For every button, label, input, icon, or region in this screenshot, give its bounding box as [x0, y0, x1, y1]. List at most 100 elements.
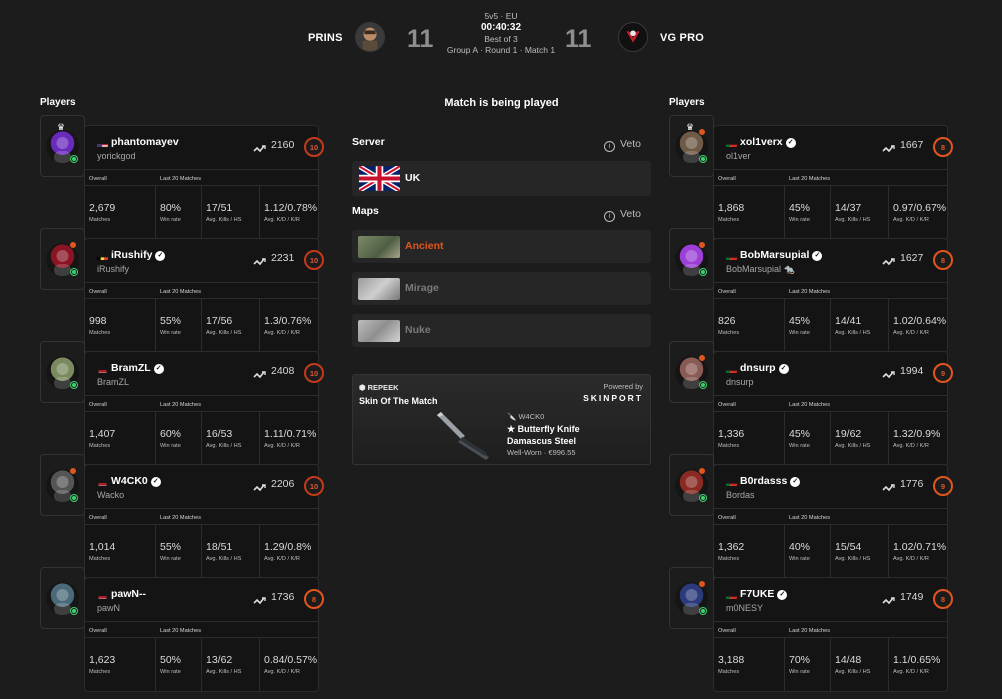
server-label: Server: [352, 136, 385, 148]
verified-icon: ✓: [785, 138, 796, 148]
mirage-map-thumbnail: [358, 278, 400, 300]
team-left-name[interactable]: PRINS: [308, 32, 343, 44]
skin-condition-price: Well-Worn · €996.55: [507, 448, 576, 457]
player-elo: 2408: [271, 365, 295, 377]
elo-trend-icon: [882, 367, 895, 379]
overall-label: Overall: [89, 289, 107, 295]
player-nickname[interactable]: BramZL ✓: [111, 362, 164, 374]
skill-level-badge: 9: [933, 476, 953, 496]
player-avatar[interactable]: [40, 228, 85, 290]
player-realname: iRushify: [97, 264, 130, 274]
player-avatar[interactable]: ♛: [40, 115, 85, 177]
player-realname: Bordas: [726, 490, 755, 500]
stat-header: Overall Last 20 Matches: [714, 172, 947, 186]
stat-header: Overall Last 20 Matches: [85, 511, 318, 525]
map-row-mirage[interactable]: Mirage: [352, 272, 651, 305]
skill-level-badge: 8: [933, 137, 953, 157]
stat-row: 2,679 Matches 80% Win rate 17/51 Avg. Kills /…: [85, 186, 318, 240]
server-card[interactable]: UK: [352, 161, 651, 196]
player-card[interactable]: B0rdasss ✓ Bordas 1776 9 Overall Last 20 Match…: [713, 464, 953, 579]
stat-winrate: 70% Win rate: [785, 638, 831, 692]
stat-winrate: 50% Win rate: [156, 638, 202, 692]
overall-label: Overall: [718, 515, 736, 521]
player-realname: pawN: [97, 603, 121, 613]
player-elo: 1776: [900, 478, 924, 490]
map-name: Ancient: [405, 240, 444, 252]
stat-kills: 17/56 Avg. Kills / HS: [202, 299, 260, 353]
player-nickname[interactable]: F7UKE ✓: [740, 588, 788, 600]
flag-us-icon: [97, 139, 108, 147]
player-realname: dnsurp: [726, 377, 754, 387]
skin-brand: ⬢ REPEEK: [359, 383, 398, 392]
veto-button-maps[interactable]: i Veto: [604, 208, 641, 222]
player-nickname[interactable]: phantomayev: [111, 136, 179, 148]
flag-pt-icon: [726, 365, 737, 373]
status-dot-icon: [698, 467, 706, 475]
stat-header: Overall Last 20 Matches: [85, 285, 318, 299]
status-dot-icon: [698, 580, 706, 588]
player-avatar[interactable]: [40, 341, 85, 403]
player-card[interactable]: xol1verx ✓ ol1ver 1667 8 Overall Last 20 Match…: [713, 125, 953, 240]
team-right-name[interactable]: VG PRO: [660, 32, 704, 44]
player-avatar[interactable]: [669, 228, 714, 290]
player-avatar[interactable]: ♛: [669, 115, 714, 177]
stat-header: Overall Last 20 Matches: [714, 398, 947, 412]
elo-trend-icon: [253, 593, 266, 605]
player-elo: 2231: [271, 252, 295, 264]
skin-title: Skin Of The Match: [359, 396, 438, 406]
player-card[interactable]: BramZL ✓ BramZL 2408 10 Overall Last 20 Matche…: [84, 351, 324, 466]
stat-kd: 0.84/0.57% Avg. K/D / K/R: [264, 654, 318, 675]
stat-kills: 13/62 Avg. Kills / HS: [202, 638, 260, 692]
stat-header: Overall Last 20 Matches: [85, 624, 318, 638]
status-dot-icon: [69, 467, 77, 475]
player-card[interactable]: F7UKE ✓ m0NESY 1749 8 Overall Last 20 Matches 3…: [713, 577, 953, 692]
map-row-nuke[interactable]: Nuke: [352, 314, 651, 347]
overall-label: Overall: [718, 402, 736, 408]
verified-icon: ✓: [778, 364, 789, 374]
player-card[interactable]: pawN-- pawN 1736 8 Overall Last 20 Matches 1,6…: [84, 577, 324, 692]
player-avatar[interactable]: [40, 454, 85, 516]
team-left-logo[interactable]: [355, 22, 385, 52]
player-nickname[interactable]: xol1verx ✓: [740, 136, 796, 148]
stat-row: 998 Matches 55% Win rate 17/56 Avg. Kills / H…: [85, 299, 318, 353]
map-row-ancient[interactable]: Ancient: [352, 230, 651, 263]
stat-row: 1,336 Matches 45% Win rate 19/62 Avg. Kills /…: [714, 412, 947, 466]
team-right-logo[interactable]: [618, 22, 648, 52]
stat-matches: 2,679 Matches: [85, 186, 156, 240]
stat-kd: 1.3/0.76% Avg. K/D / K/R: [264, 315, 312, 336]
stat-kd: 1.11/0.71% Avg. K/D / K/R: [264, 428, 317, 449]
player-avatar[interactable]: [669, 341, 714, 403]
flag-nl-icon: [97, 591, 108, 599]
player-avatar[interactable]: [669, 567, 714, 629]
player-card[interactable]: dnsurp ✓ dnsurp 1994 9 Overall Last 20 Matches…: [713, 351, 953, 466]
stat-header: Overall Last 20 Matches: [85, 172, 318, 186]
stat-matches: 1,336 Matches: [714, 412, 785, 466]
uk-flag-icon: [359, 166, 400, 191]
player-nickname[interactable]: iRushify ✓: [111, 249, 166, 261]
map-name: Mirage: [405, 282, 439, 294]
player-card[interactable]: W4CK0 ✓ Wacko 2206 10 Overall Last 20 Matches 1…: [84, 464, 324, 579]
skinport-logo: SKINPORT: [583, 393, 643, 403]
player-nickname[interactable]: dnsurp ✓: [740, 362, 789, 374]
veto-button-server[interactable]: i Veto: [604, 138, 641, 152]
player-card[interactable]: BobMarsupial ✓ BobMarsupial 🐀 1627 8 Overall L…: [713, 238, 953, 353]
player-avatar[interactable]: [669, 454, 714, 516]
stat-kills: 16/53 Avg. Kills / HS: [202, 412, 260, 466]
player-card[interactable]: iRushify ✓ iRushify 2231 10 Overall Last 20 Ma…: [84, 238, 324, 353]
player-nickname[interactable]: W4CK0 ✓: [111, 475, 161, 487]
stat-kd: 1.12/0.78% Avg. K/D / K/R: [264, 202, 318, 223]
player-card[interactable]: phantomayev yorickgod 2160 10 Overall Last 20…: [84, 125, 324, 240]
stat-winrate: 45% Win rate: [785, 412, 831, 466]
player-avatar[interactable]: [40, 567, 85, 629]
player-nickname[interactable]: pawN--: [111, 588, 146, 600]
last20-label: Last 20 Matches: [160, 176, 202, 182]
stat-winrate: 45% Win rate: [785, 186, 831, 240]
online-badge-icon: [699, 381, 707, 389]
skin-of-the-match-card[interactable]: ⬢ REPEEK Skin Of The Match Powered by SK…: [352, 374, 651, 465]
skin-item-line1: ★ Butterfly Knife: [507, 424, 580, 434]
online-badge-icon: [699, 494, 707, 502]
player-nickname[interactable]: B0rdasss ✓: [740, 475, 801, 487]
elo-trend-icon: [253, 367, 266, 379]
player-nickname[interactable]: BobMarsupial ✓: [740, 249, 823, 261]
skill-level-badge: 8: [933, 250, 953, 270]
